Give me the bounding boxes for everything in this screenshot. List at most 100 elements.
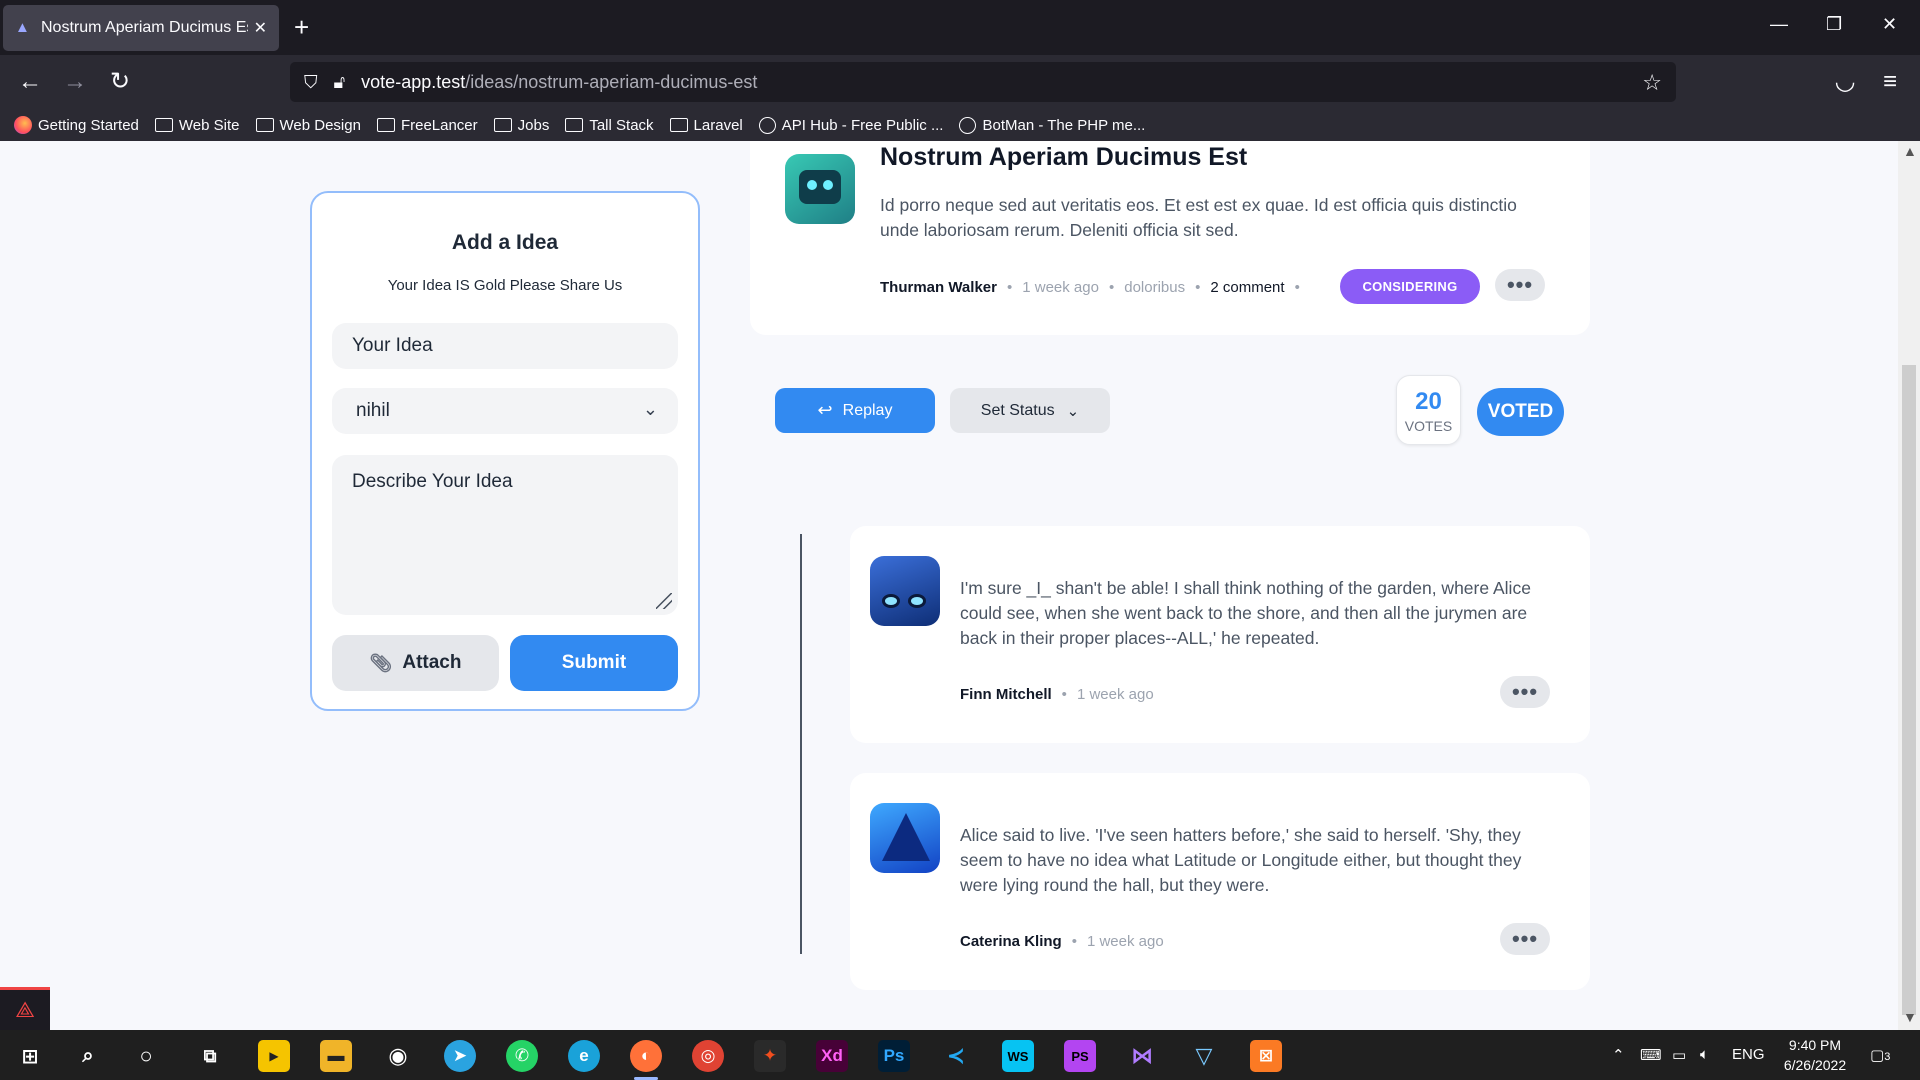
browser-tab[interactable]: ▲ Nostrum Aperiam Ducimus Est ✕	[3, 5, 279, 51]
bookmark-web-design[interactable]: Web Design	[255, 117, 361, 134]
folder-icon	[376, 118, 395, 132]
robot-eye-icon	[908, 594, 926, 608]
visual-studio-icon[interactable]: ⋈	[1126, 1040, 1158, 1072]
display-icon[interactable]: ▭	[1672, 1046, 1686, 1064]
bookmark-botman[interactable]: BotMan - The PHP me...	[959, 116, 1146, 134]
bookmark-laravel[interactable]: Laravel	[669, 117, 743, 134]
comment-options-button[interactable]: •••	[1500, 923, 1550, 955]
tray-chevron-icon[interactable]: ⌃	[1612, 1046, 1625, 1064]
search-icon[interactable]: ⌕	[72, 1040, 104, 1072]
voted-button[interactable]: VOTED	[1477, 388, 1564, 436]
photoshop-icon[interactable]: Ps	[878, 1040, 910, 1072]
scroll-up-icon[interactable]: ▲	[1903, 143, 1917, 159]
task-view-icon[interactable]: ⧉	[194, 1040, 226, 1072]
comment-author: Caterina Kling	[960, 933, 1062, 950]
window-close-icon[interactable]: ✕	[1882, 14, 1897, 35]
submit-button[interactable]: Submit	[510, 635, 678, 691]
status-badge: CONSIDERING	[1340, 269, 1480, 304]
page-scrollbar[interactable]: ▲ ▼	[1898, 141, 1920, 1030]
resize-grip-icon[interactable]	[656, 593, 672, 609]
url-path: /ideas/nostrum-aperiam-ducimus-est	[465, 71, 758, 92]
windows-taskbar: ⊞ ⌕ ○ ⧉ ▶ ▬ ◉ ➤ ✆ e ◐ ◎ ✦ Xd Ps ≺ WS PS …	[0, 1030, 1920, 1080]
restore-icon[interactable]: ❐	[1826, 14, 1842, 35]
bookmark-freelancer[interactable]: FreeLancer	[376, 117, 478, 134]
bookmark-web-site[interactable]: Web Site	[154, 117, 240, 134]
address-bar[interactable]: ⛉ 🔓︎ vote-app.test/ideas/nostrum-aperiam…	[290, 62, 1676, 102]
media-player-icon[interactable]: ▶	[258, 1040, 290, 1072]
idea-title[interactable]: Nostrum Aperiam Ducimus Est	[880, 143, 1247, 172]
vscode-icon[interactable]: ≺	[940, 1040, 972, 1072]
minimize-icon[interactable]: —	[1770, 14, 1788, 35]
lock-icon[interactable]: 🔓︎	[334, 72, 346, 93]
file-explorer-icon[interactable]: ▬	[320, 1040, 352, 1072]
pocket-icon[interactable]: ◡	[1830, 67, 1860, 97]
notification-count: 3	[1884, 1051, 1891, 1063]
notifications-icon[interactable]: ▢3	[1870, 1046, 1890, 1064]
bookmark-jobs[interactable]: Jobs	[493, 116, 550, 134]
telegram-icon[interactable]: ➤	[444, 1040, 476, 1072]
set-status-button[interactable]: Set Status ⌄	[950, 388, 1110, 433]
taskbar-clock[interactable]: 9:40 PM 6/26/2022	[1760, 1035, 1870, 1075]
bookmark-getting-started[interactable]: Getting Started	[14, 116, 139, 134]
edge-icon[interactable]: e	[568, 1040, 600, 1072]
bookmark-label: BotMan - The PHP me...	[982, 116, 1146, 134]
commenter-avatar	[870, 803, 940, 873]
idea-description-textarea[interactable]: Describe Your Idea	[332, 455, 678, 615]
folder-icon	[565, 118, 584, 132]
separator-dot: •	[1108, 279, 1115, 296]
network-icon[interactable]: ⌨	[1640, 1046, 1662, 1064]
whatsapp-icon[interactable]: ✆	[506, 1040, 538, 1072]
cortana-icon[interactable]: ○	[130, 1040, 162, 1072]
idea-comment-count[interactable]: 2 comment	[1210, 279, 1284, 296]
votes-count: 20	[1415, 388, 1442, 415]
replay-button[interactable]: ↩ Replay	[775, 388, 935, 433]
shield-icon[interactable]: ⛉	[304, 72, 318, 93]
vite-icon[interactable]: ▽	[1188, 1040, 1220, 1072]
firefox-icon	[14, 116, 32, 134]
new-tab-button[interactable]: +	[294, 12, 309, 42]
windows-start-icon[interactable]: ⊞	[14, 1040, 46, 1072]
bookmark-star-icon[interactable]: ☆	[1642, 70, 1662, 96]
bookmark-label: Jobs	[517, 116, 550, 134]
forward-icon[interactable]: →	[60, 67, 90, 97]
comment-options-button[interactable]: •••	[1500, 676, 1550, 708]
reload-icon[interactable]: ↻	[105, 67, 135, 97]
figma-icon[interactable]: ✦	[754, 1040, 786, 1072]
tab-title: Nostrum Aperiam Ducimus Est	[41, 19, 248, 36]
bookmark-label: Tall Stack	[589, 116, 654, 134]
comment-card: Alice said to live. 'I've seen hatters b…	[850, 773, 1590, 990]
firefox-taskbar-icon[interactable]: ◐	[630, 1040, 662, 1080]
xampp-icon[interactable]: ⊠	[1250, 1040, 1282, 1072]
category-select[interactable]: nihil ⌄	[332, 388, 678, 434]
scrollbar-thumb[interactable]	[1902, 365, 1916, 1015]
globe-icon	[959, 116, 977, 134]
comment-meta: Caterina Kling • 1 week ago	[960, 933, 1164, 950]
separator-dot: •	[1294, 279, 1300, 296]
bookmark-tall-stack[interactable]: Tall Stack	[565, 116, 654, 134]
tab-bar: ▲ Nostrum Aperiam Ducimus Est ✕ + — ❐ ✕	[0, 0, 1920, 55]
comment-time: 1 week ago	[1076, 686, 1154, 703]
idea-options-button[interactable]: •••	[1495, 269, 1545, 301]
chrome-icon[interactable]: ◎	[692, 1040, 724, 1072]
form-subheading: Your Idea IS Gold Please Share Us	[387, 277, 623, 294]
idea-title-input[interactable]: Your Idea	[332, 323, 678, 369]
webstorm-icon[interactable]: WS	[1002, 1040, 1034, 1072]
bookmark-api-hub[interactable]: API Hub - Free Public ...	[758, 116, 943, 134]
page-content: Add a Idea Your Idea IS Gold Please Shar…	[0, 141, 1898, 1030]
scroll-down-icon[interactable]: ▼	[1903, 1009, 1917, 1025]
adobe-xd-icon[interactable]: Xd	[816, 1040, 848, 1072]
idea-time: 1 week ago	[1022, 279, 1099, 296]
phpstorm-icon[interactable]: PS	[1064, 1040, 1096, 1072]
commenter-avatar	[870, 556, 940, 626]
laravel-debugbar-icon[interactable]: ⟁	[0, 987, 50, 1030]
back-icon[interactable]: ←	[15, 67, 45, 97]
volume-icon[interactable]: 🔈︎	[1700, 1046, 1709, 1063]
menu-icon[interactable]: ≡	[1875, 67, 1905, 97]
robot-eye-icon	[882, 594, 900, 608]
obs-icon[interactable]: ◉	[382, 1040, 414, 1072]
attach-button[interactable]: 📎︎ Attach	[332, 635, 499, 691]
tab-close-icon[interactable]: ✕	[254, 18, 267, 38]
idea-author-avatar	[785, 154, 855, 224]
form-heading: Add a Idea	[451, 231, 559, 254]
globe-icon	[758, 116, 776, 134]
